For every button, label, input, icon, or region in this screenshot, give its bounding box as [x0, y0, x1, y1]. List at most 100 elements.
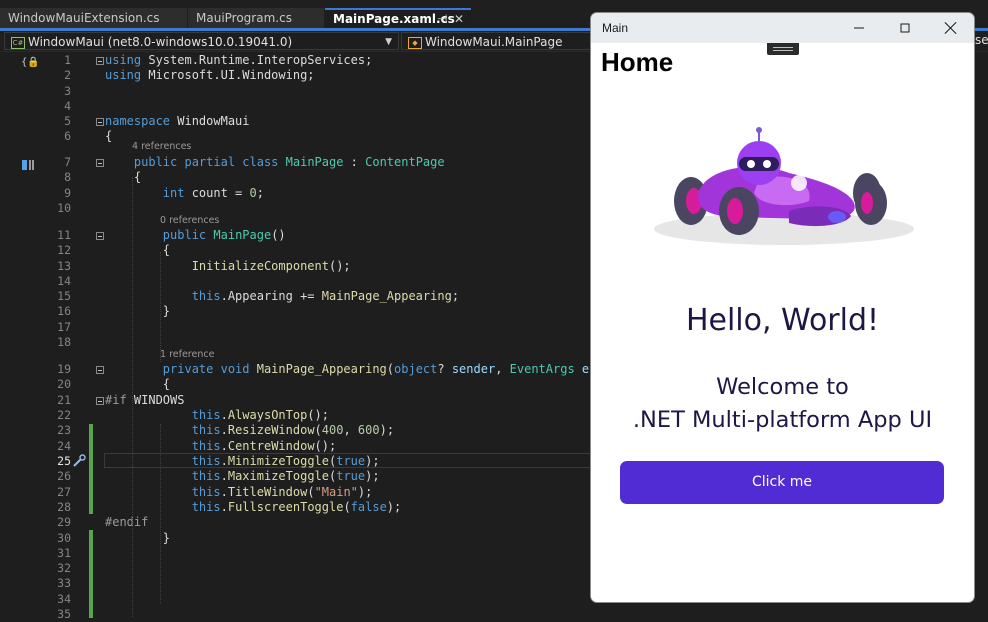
tab-label: MauiProgram.cs — [196, 11, 292, 25]
codelens-references[interactable]: 1 reference — [160, 349, 214, 361]
dotnet-bot-race-car-icon — [654, 127, 914, 245]
code-line[interactable]: 22 this.AlwaysOnTop(); — [0, 408, 600, 423]
codelens-references[interactable]: 4 references — [132, 141, 191, 153]
line-number: 13 — [57, 259, 71, 273]
code-line[interactable]: 15 this.Appearing += MainPage_Appearing; — [0, 289, 600, 304]
code-text: using System.Runtime.InteropServices; — [105, 53, 373, 67]
codelens-references[interactable]: 0 references — [160, 215, 219, 227]
code-text: this.ResizeWindow(400, 600); — [191, 423, 395, 437]
code-text: this.CentreWindow(); — [191, 439, 337, 453]
line-number: 26 — [57, 469, 71, 483]
line-number: 15 — [57, 289, 71, 303]
page-title: Home — [601, 47, 674, 77]
code-line[interactable]: 6{ — [0, 129, 600, 144]
code-text: #endif — [105, 515, 149, 529]
line-number: 27 — [57, 485, 71, 499]
code-editor[interactable]: {🔒 1 using System.Runtime.InteropServices… — [0, 52, 600, 621]
code-text: this.TitleWindow("Main"); — [191, 485, 373, 499]
code-line[interactable]: 9 int count = 0; — [0, 186, 600, 201]
code-line[interactable]: 3 — [0, 84, 600, 99]
code-line[interactable]: 27 this.TitleWindow("Main"); — [0, 485, 600, 500]
code-line[interactable]: 23 this.ResizeWindow(400, 600); — [0, 423, 600, 438]
line-number: 30 — [57, 531, 71, 545]
code-line[interactable]: 26 this.MaximizeToggle(true); — [0, 469, 600, 484]
code-line[interactable]: 7 public partial class MainPage : Conten… — [0, 155, 600, 170]
line-number: 23 — [57, 423, 71, 437]
tab-main-page-xaml-cs[interactable]: MainPage.xaml.cs ⊣ ✕ — [325, 8, 471, 28]
window-title-bar[interactable]: Main — [591, 13, 974, 43]
pin-icon[interactable]: ⊣ — [437, 10, 447, 28]
code-line[interactable]: 24 this.CentreWindow(); — [0, 439, 600, 454]
line-number: 17 — [57, 320, 71, 334]
member-dropdown-text[interactable]: se — [975, 33, 988, 47]
indent-guide — [132, 177, 134, 617]
code-text: { — [105, 129, 113, 143]
type-dropdown[interactable]: ◆ WindowMaui.MainPage — [401, 32, 590, 50]
code-line[interactable]: 28 this.FullscreenToggle(false); — [0, 500, 600, 515]
code-line[interactable]: 33 — [0, 576, 600, 591]
code-text: namespace WindowMaui — [105, 114, 250, 128]
code-line[interactable]: 29 #endif — [0, 515, 600, 530]
fold-toggle-icon[interactable] — [96, 57, 104, 65]
code-line[interactable]: 19 private void MainPage_Appearing(objec… — [0, 362, 600, 377]
hello-heading: Hello, World! — [685, 303, 880, 338]
code-line[interactable]: 14 — [0, 274, 600, 289]
code-line[interactable]: 13 InitializeComponent(); — [0, 259, 600, 274]
indent-guide — [160, 252, 162, 362]
fold-toggle-icon[interactable] — [96, 118, 104, 126]
code-line[interactable]: 21 #if WINDOWS — [0, 393, 600, 408]
fold-toggle-icon[interactable] — [96, 159, 104, 167]
line-number: 19 — [57, 362, 71, 376]
code-line[interactable]: 4 — [0, 99, 600, 114]
maximize-button[interactable] — [882, 13, 928, 43]
code-line[interactable]: 32 — [0, 561, 600, 576]
line-number: 33 — [57, 576, 71, 590]
code-text: this.MinimizeToggle(true); — [191, 454, 380, 468]
code-line[interactable]: 17 — [0, 320, 600, 335]
code-line[interactable]: 2 using Microsoft.UI.Windowing; — [0, 68, 600, 83]
code-line[interactable]: 11 public MainPage() — [0, 228, 600, 243]
code-line[interactable]: 31 — [0, 546, 600, 561]
line-number: 29 — [57, 515, 71, 529]
line-number: 11 — [57, 228, 71, 242]
line-number: 20 — [57, 377, 71, 391]
drag-handle[interactable] — [767, 43, 799, 55]
line-number: 22 — [57, 408, 71, 422]
code-text: private void MainPage_Appearing(object? … — [162, 362, 597, 376]
fold-toggle-icon[interactable] — [96, 397, 104, 405]
code-text: InitializeComponent(); — [191, 259, 351, 273]
code-text: { — [105, 170, 142, 184]
code-line[interactable]: 20 { — [0, 377, 600, 392]
code-line[interactable]: 10 — [0, 201, 600, 216]
tab-maui-program[interactable]: MauiProgram.cs — [188, 8, 324, 28]
tab-window-maui-extension[interactable]: WindowMauiExtension.cs — [0, 8, 187, 28]
fold-toggle-icon[interactable] — [96, 232, 104, 240]
code-line[interactable]: 25 this.MinimizeToggle(true); — [0, 454, 600, 469]
code-line[interactable]: 18 — [0, 335, 600, 350]
click-me-button[interactable]: Click me — [620, 461, 944, 504]
line-number: 21 — [57, 393, 71, 407]
class-icon: ◆ — [408, 36, 422, 49]
code-line[interactable]: 12 { — [0, 243, 600, 258]
code-line[interactable]: 5 namespace WindowMaui — [0, 114, 600, 129]
code-line[interactable]: 30 } — [0, 531, 600, 546]
close-button[interactable] — [928, 13, 974, 43]
line-number: 32 — [57, 561, 71, 575]
code-text: { — [105, 377, 171, 391]
line-number: 25 — [57, 454, 71, 468]
code-text: this.AlwaysOnTop(); — [191, 408, 330, 422]
minimize-button[interactable] — [836, 13, 882, 43]
project-dropdown[interactable]: C# WindowMaui (net8.0-windows10.0.19041.0… — [4, 32, 399, 50]
code-line[interactable]: 1 using System.Runtime.InteropServices; — [0, 53, 600, 68]
code-line[interactable]: 34 — [0, 592, 600, 607]
close-tab-icon[interactable]: ✕ — [454, 10, 464, 28]
app-window: Main Home Hello, World! Welcome to .NET … — [590, 12, 975, 603]
code-text: this.FullscreenToggle(false); — [191, 500, 402, 514]
close-icon — [944, 21, 958, 35]
welcome-line-1: Welcome to — [716, 374, 849, 400]
code-line[interactable]: 16 } — [0, 304, 600, 319]
minimize-icon — [854, 27, 864, 29]
code-line[interactable]: 8 { — [0, 170, 600, 185]
fold-toggle-icon[interactable] — [96, 366, 104, 374]
code-line[interactable]: 35 — [0, 607, 600, 622]
